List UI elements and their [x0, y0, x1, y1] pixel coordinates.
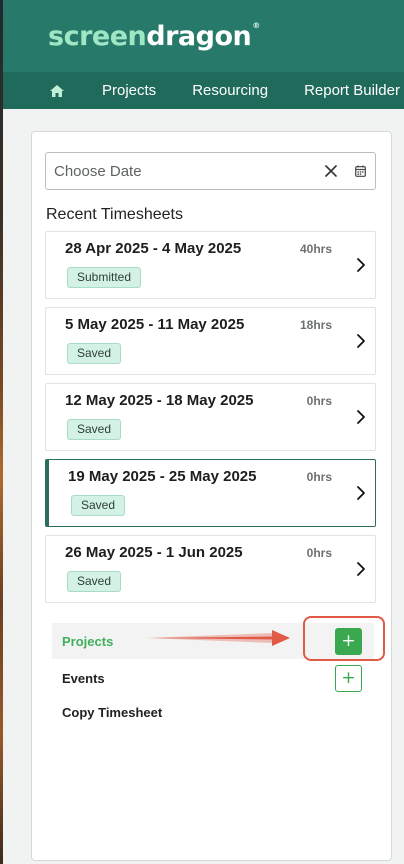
app-window: screendragon® Projects Resourcing Report… [3, 0, 404, 864]
add-event-button[interactable]: + [335, 665, 362, 692]
nav-item-projects[interactable]: Projects [102, 82, 156, 99]
chevron-right-icon [357, 410, 365, 424]
timesheet-card[interactable]: 28 Apr 2025 - 4 May 2025 40hrs Submitted [45, 231, 376, 299]
timesheet-hours: 18hrs [299, 318, 332, 332]
timesheet-hours: 0hrs [306, 546, 332, 560]
screendragon-logo[interactable]: screendragon® [48, 21, 260, 52]
chevron-right-icon [357, 486, 365, 500]
date-input[interactable] [54, 162, 304, 180]
timesheet-card[interactable]: 5 May 2025 - 11 May 2025 18hrs Saved [45, 307, 376, 375]
date-picker [45, 152, 376, 190]
annotation-highlight-box [303, 616, 385, 661]
status-badge: Saved [71, 495, 126, 516]
annotation-arrow [146, 630, 290, 646]
timesheet-card[interactable]: 26 May 2025 - 1 Jun 2025 0hrs Saved [45, 535, 376, 603]
chevron-right-icon [357, 562, 365, 576]
timesheet-hours: 0hrs [306, 470, 332, 484]
status-badge: Saved [67, 419, 122, 440]
calendar-icon[interactable] [353, 164, 367, 178]
copy-timesheet-label: Copy Timesheet [62, 704, 163, 720]
brand-bar: screendragon® [3, 0, 404, 72]
close-icon[interactable] [323, 163, 339, 179]
copy-timesheet-row[interactable]: Copy Timesheet [52, 694, 374, 730]
timesheet-range: 12 May 2025 - 18 May 2025 [65, 392, 254, 409]
timesheet-range: 5 May 2025 - 11 May 2025 [65, 316, 245, 333]
events-label: Events [62, 670, 105, 686]
home-icon[interactable] [49, 83, 65, 99]
logo-trademark: ® [252, 20, 260, 30]
nav-item-report-builder[interactable]: Report Builder [304, 82, 400, 99]
events-row[interactable]: Events [52, 660, 374, 696]
timesheet-panel: Recent Timesheets 28 Apr 2025 - 4 May 20… [31, 131, 392, 861]
nav-item-resourcing[interactable]: Resourcing [192, 82, 268, 99]
chevron-right-icon [357, 258, 365, 272]
timesheet-range: 19 May 2025 - 25 May 2025 [68, 468, 257, 485]
logo-text-part1: screen [48, 20, 147, 52]
top-nav: Projects Resourcing Report Builder [3, 72, 404, 109]
timesheet-card[interactable]: 12 May 2025 - 18 May 2025 0hrs Saved [45, 383, 376, 451]
recent-timesheets-heading: Recent Timesheets [46, 206, 183, 223]
timesheet-card-active[interactable]: 19 May 2025 - 25 May 2025 0hrs Saved [45, 459, 376, 527]
timesheet-hours: 0hrs [306, 394, 332, 408]
timesheet-list: 28 Apr 2025 - 4 May 2025 40hrs Submitted… [45, 231, 376, 611]
status-badge: Saved [67, 571, 122, 592]
chevron-right-icon [357, 334, 365, 348]
status-badge: Submitted [67, 267, 142, 288]
projects-label: Projects [62, 633, 114, 649]
timesheet-range: 28 Apr 2025 - 4 May 2025 [65, 240, 242, 257]
status-badge: Saved [67, 343, 122, 364]
logo-text-part2: dragon [146, 20, 252, 52]
timesheet-hours: 40hrs [299, 242, 332, 256]
timesheet-range: 26 May 2025 - 1 Jun 2025 [65, 544, 243, 561]
